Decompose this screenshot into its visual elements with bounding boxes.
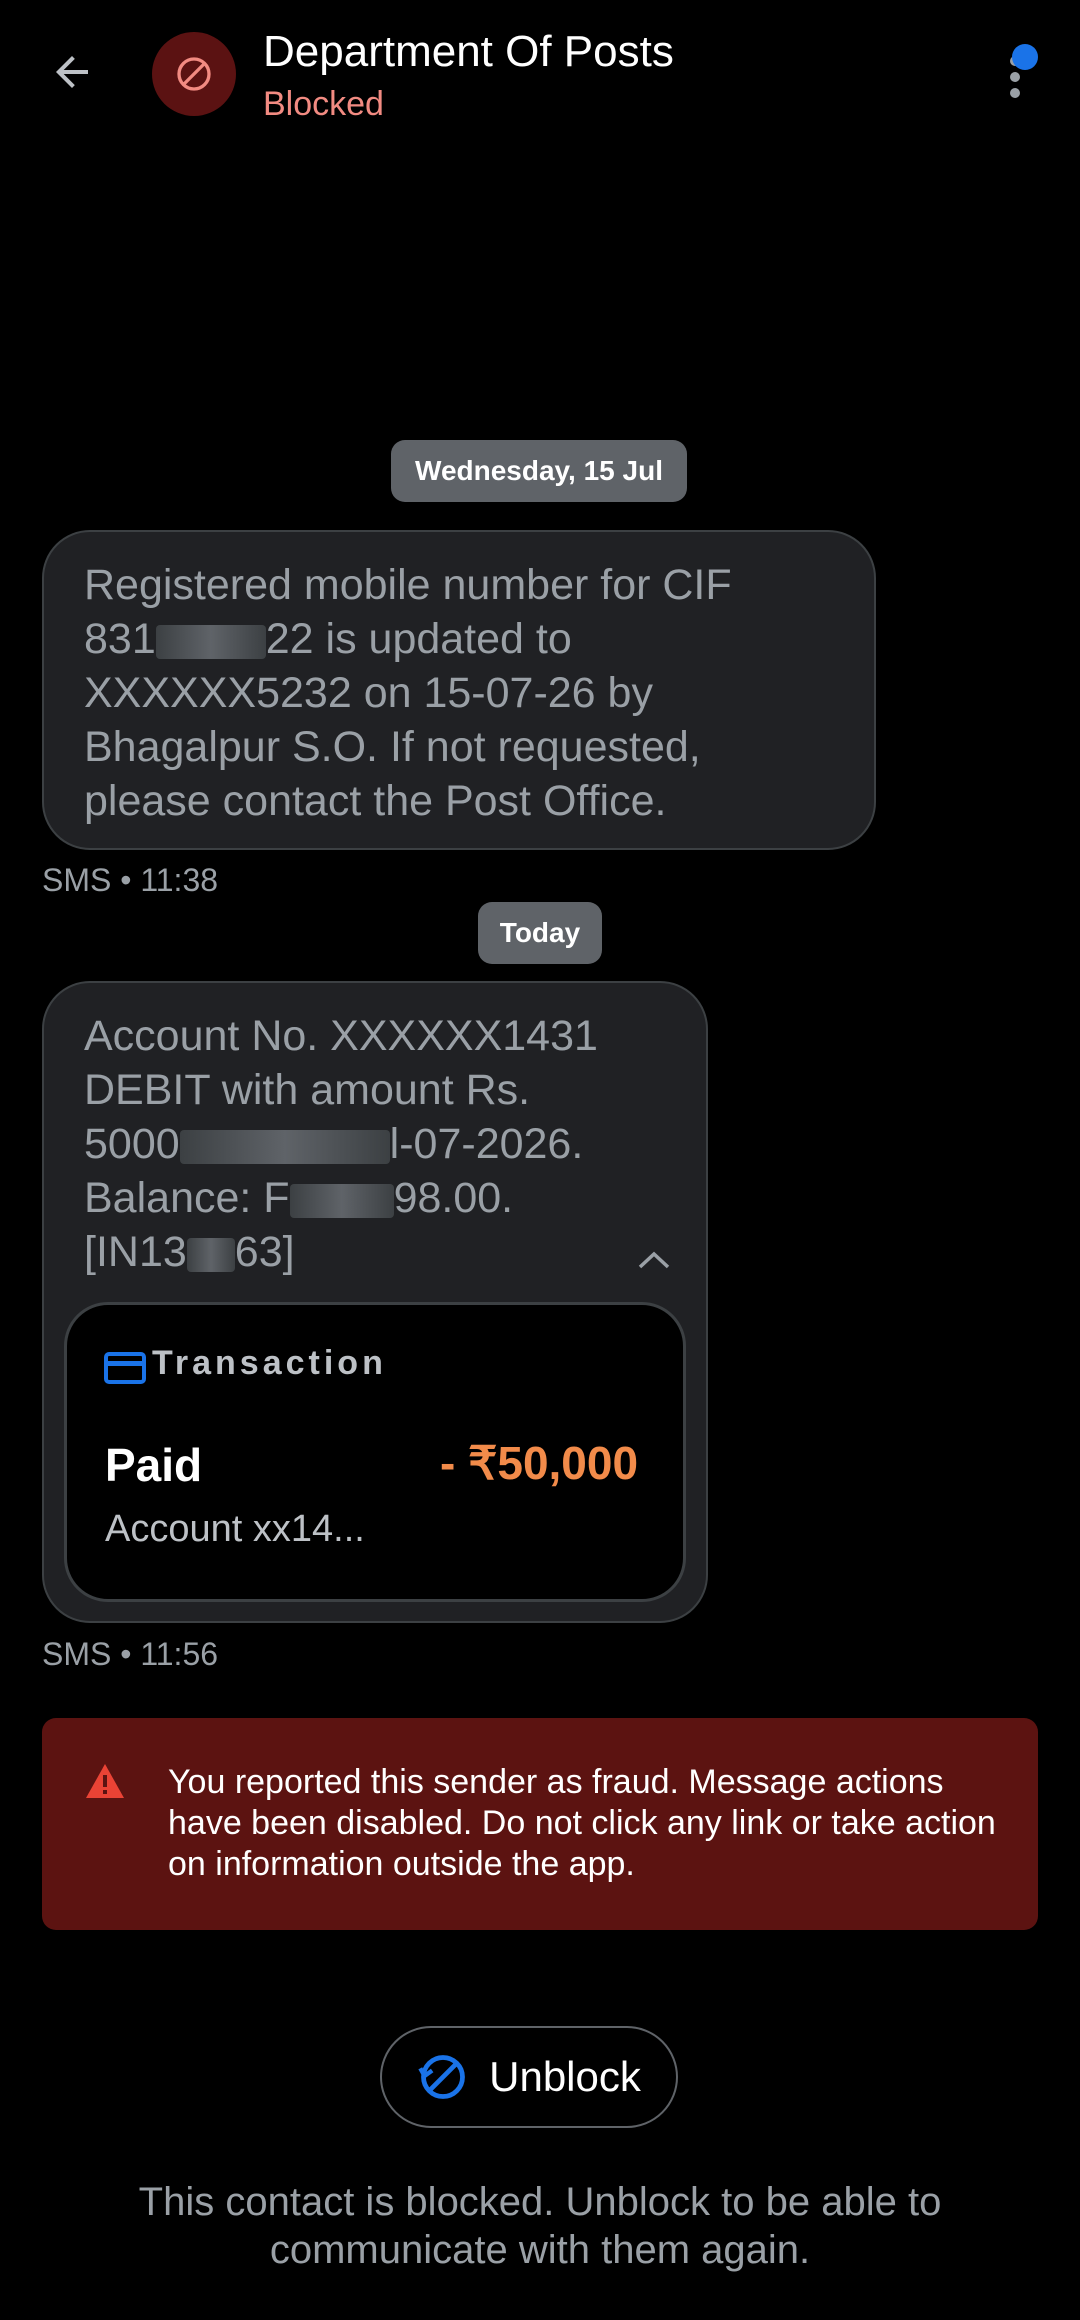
notification-dot xyxy=(1012,44,1038,70)
transaction-account: Account xx14... xyxy=(105,1508,365,1550)
back-button[interactable] xyxy=(40,40,104,104)
message-meta: SMS • 11:56 xyxy=(42,1636,219,1672)
redacted-text xyxy=(186,1237,235,1272)
conversation-title: Department Of Posts xyxy=(263,27,674,76)
unblock-button[interactable]: Unblock xyxy=(380,2026,678,2128)
transaction-amount: - ₹50,000 xyxy=(440,1437,639,1489)
warning-icon xyxy=(86,1764,124,1798)
message-meta: SMS • 11:38 xyxy=(42,862,219,898)
credit-card-icon xyxy=(104,1352,146,1384)
more-options-button[interactable] xyxy=(990,40,1040,110)
collapse-button[interactable] xyxy=(630,1240,678,1280)
redacted-text xyxy=(179,1129,390,1164)
transaction-status: Paid xyxy=(105,1439,203,1491)
redacted-text xyxy=(289,1183,394,1218)
unblock-icon xyxy=(418,2055,466,2099)
fraud-warning-text: You reported this sender as fraud. Messa… xyxy=(168,1763,996,1883)
block-icon xyxy=(177,57,211,91)
redacted-text xyxy=(155,624,266,659)
blocked-avatar xyxy=(152,32,236,116)
unblock-label: Unblock xyxy=(489,2053,641,2100)
chevron-up-icon xyxy=(638,1251,670,1269)
message-text: Registered mobile number for CIF 831 22 i… xyxy=(84,561,732,825)
back-arrow-icon xyxy=(56,56,88,88)
transaction-label: Transaction xyxy=(152,1344,387,1382)
date-chip: Wednesday, 15 Jul xyxy=(391,440,687,502)
date-chip: Today xyxy=(478,902,602,964)
blocked-info-text: This contact is blocked. Unblock to be a… xyxy=(138,2180,942,2272)
message-bubble[interactable]: Registered mobile number for CIF 831 22 i… xyxy=(42,530,876,850)
message-text: Account No. XXXXXX1431 DEBIT with amount… xyxy=(84,1012,598,1276)
blocked-status: Blocked xyxy=(263,85,384,123)
